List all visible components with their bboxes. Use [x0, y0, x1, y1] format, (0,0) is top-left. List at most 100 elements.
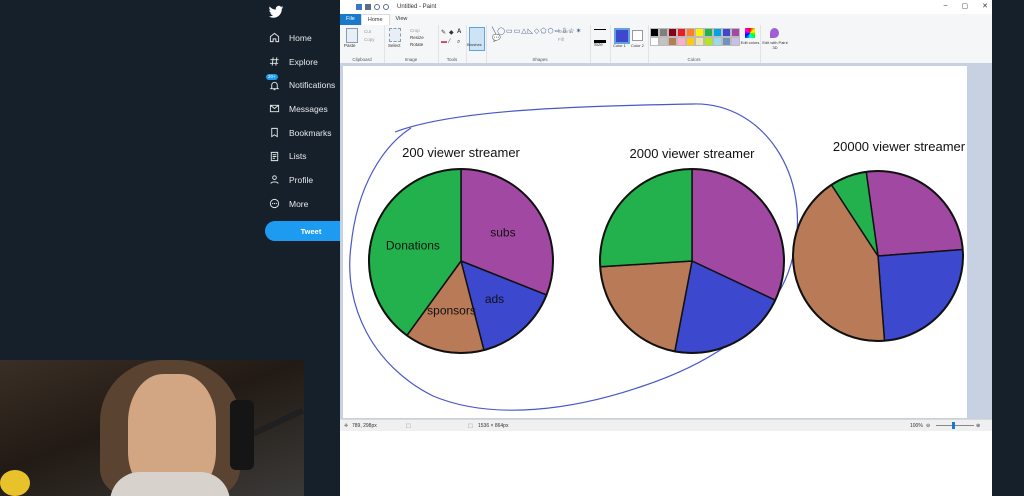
zoom-slider[interactable] — [936, 425, 974, 426]
nav-notifications[interactable]: 20+ Notifications — [266, 73, 336, 97]
ribbon: Paste Cut Copy Clipboard Select Crop Res… — [340, 25, 992, 64]
shapes-gallery[interactable]: ╲◯▭▭△◺◇⬠⬡⇨⇩☆✶💬 — [492, 28, 582, 50]
palette-swatch[interactable] — [704, 28, 713, 37]
hashtag-icon — [268, 56, 280, 68]
paste-icon[interactable] — [346, 28, 358, 43]
size-icon[interactable] — [594, 29, 606, 43]
brushes-group: Brushes — [466, 25, 487, 63]
pencil-icon[interactable]: ✎ — [441, 29, 446, 36]
close-icon[interactable]: ✕ — [982, 2, 988, 10]
magnifier-icon[interactable]: ⌕ — [457, 39, 460, 46]
nav-label: More — [289, 198, 309, 209]
mail-icon — [268, 103, 280, 115]
palette-swatch[interactable] — [695, 37, 704, 46]
edit-colors-icon[interactable] — [745, 28, 755, 38]
more-icon — [268, 198, 280, 210]
pie-slice — [877, 248, 964, 342]
undo-icon[interactable] — [374, 4, 380, 10]
palette-swatch[interactable] — [677, 28, 686, 37]
tab-view[interactable]: View — [390, 14, 414, 25]
size-button[interactable]: Size — [594, 42, 603, 47]
maximize-icon[interactable]: ▢ — [962, 2, 969, 10]
paint3d-group: Edit with Paint 3D — [760, 25, 790, 63]
group-label: Colors — [687, 57, 701, 62]
canvas-area: 200 viewer streamer subs ads sponsors Donati… — [340, 63, 992, 419]
palette-swatch[interactable] — [686, 28, 695, 37]
palette-swatch[interactable] — [677, 37, 686, 46]
nav-label: Profile — [289, 174, 314, 185]
nav-explore[interactable]: Explore — [268, 50, 335, 74]
group-label: Tools — [446, 57, 458, 62]
nav-more[interactable]: More — [268, 192, 335, 216]
palette-swatch[interactable] — [668, 37, 677, 46]
cut-button[interactable]: Cut — [364, 29, 371, 34]
text-icon[interactable]: A — [457, 29, 461, 35]
fill-icon[interactable]: ◆ — [449, 29, 454, 36]
palette-swatch[interactable] — [731, 28, 740, 37]
zoom-out-icon[interactable]: ⊖ — [926, 423, 930, 429]
outline-button[interactable]: Outline — [558, 29, 572, 34]
nav-profile[interactable]: Profile — [268, 168, 335, 192]
paint3d-icon[interactable] — [770, 28, 779, 38]
select-icon[interactable] — [389, 28, 401, 42]
zoom-in-icon[interactable]: ⊕ — [976, 423, 980, 429]
paint3d-button[interactable]: Edit with Paint 3D — [760, 40, 790, 50]
nav-lists[interactable]: Lists — [268, 144, 335, 168]
palette-swatch[interactable] — [722, 28, 731, 37]
rotate-button[interactable]: Rotate — [410, 42, 423, 47]
select-button[interactable]: Select — [388, 43, 401, 48]
color1-swatch[interactable] — [614, 28, 630, 44]
twitter-bird-icon[interactable] — [268, 4, 284, 20]
palette-group: Colors — [648, 25, 740, 63]
save-icon[interactable] — [365, 4, 371, 10]
palette-swatch[interactable] — [731, 37, 740, 46]
crop-button[interactable]: Crop — [410, 28, 420, 33]
palette-swatch[interactable] — [713, 37, 722, 46]
palette-swatch[interactable] — [668, 28, 677, 37]
group-label: Shapes — [532, 57, 548, 62]
nav-label: Home — [289, 32, 312, 43]
palette-swatch[interactable] — [713, 28, 722, 37]
nav-home[interactable]: Home — [268, 26, 335, 50]
pie-slice — [865, 170, 964, 257]
palette-swatch[interactable] — [695, 28, 704, 37]
paint-titlebar: Untitled - Paint – ▢ ✕ — [340, 0, 992, 14]
drawing-canvas[interactable]: 200 viewer streamer subs ads sponsors Donati… — [343, 66, 967, 418]
color-picker-icon[interactable]: ⁄ — [449, 39, 450, 45]
blank-area — [340, 431, 992, 496]
brushes-icon[interactable] — [469, 27, 485, 51]
tab-home[interactable]: Home — [360, 13, 390, 26]
pie-charts: 200 viewer streamer subs ads sponsors Donati… — [349, 103, 966, 411]
window-title: Untitled - Paint — [397, 4, 437, 10]
palette-swatch[interactable] — [686, 37, 695, 46]
palette-swatch[interactable] — [722, 37, 731, 46]
palette-swatch[interactable] — [659, 28, 668, 37]
palette-swatch[interactable] — [650, 37, 659, 46]
color2-swatch[interactable] — [632, 30, 643, 41]
resize-button[interactable]: Resize — [410, 35, 424, 40]
palette-swatch[interactable] — [659, 37, 668, 46]
eraser-icon[interactable]: ▬ — [441, 39, 447, 45]
webcam-overlay — [0, 360, 304, 496]
pie-slice — [599, 168, 693, 268]
microphone — [230, 400, 254, 470]
redo-icon[interactable] — [383, 4, 389, 10]
palette-swatch[interactable] — [704, 37, 713, 46]
minimize-icon[interactable]: – — [944, 2, 948, 10]
paste-button[interactable]: Paste — [344, 43, 356, 48]
nav-label: Messages — [289, 103, 328, 114]
canvas-size: 1536 × 864px — [478, 423, 509, 429]
fill-button[interactable]: Fill — [558, 37, 564, 42]
nav-label: Notifications — [289, 80, 336, 91]
zoom-slider-thumb[interactable] — [952, 422, 955, 429]
nav-bookmarks[interactable]: Bookmarks — [268, 121, 335, 145]
edit-colors-button[interactable]: Edit colors — [740, 40, 760, 45]
brushes-button[interactable]: Brushes — [467, 42, 482, 47]
nav-messages[interactable]: Messages — [268, 97, 335, 121]
ribbon-tabs: File Home View — [340, 13, 992, 26]
palette-swatch[interactable] — [650, 28, 659, 37]
tab-file[interactable]: File — [340, 14, 361, 25]
selection-size-icon: ⬚ — [406, 423, 411, 429]
size-group: Size — [590, 25, 611, 63]
copy-button[interactable]: Copy — [364, 37, 375, 42]
